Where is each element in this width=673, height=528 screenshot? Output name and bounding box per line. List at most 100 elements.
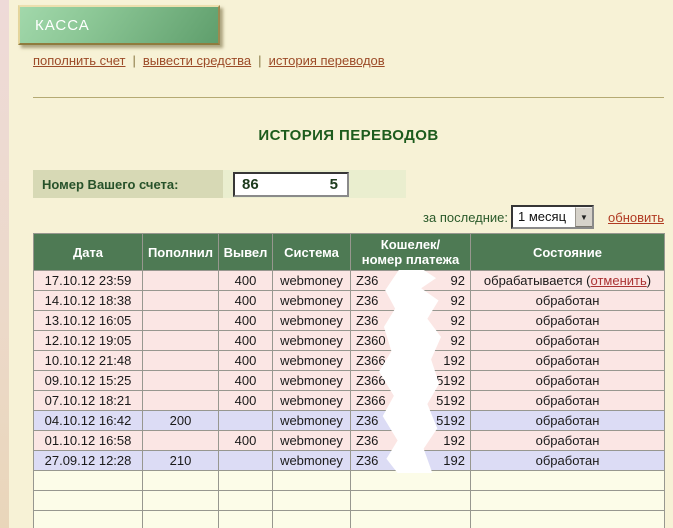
wallet-suffix: 5192 xyxy=(436,393,465,408)
cell-date: 04.10.12 16:42 xyxy=(34,411,143,431)
table-row: 10.10.12 21:48 400 webmoney Z366192 обра… xyxy=(34,351,665,371)
cell-withdrew: 400 xyxy=(219,371,273,391)
cell-deposited xyxy=(143,331,219,351)
cell-empty xyxy=(471,471,665,491)
cell-date: 27.09.12 12:28 xyxy=(34,451,143,471)
cell-system: webmoney xyxy=(273,311,351,331)
period-select[interactable]: 1 месяц ▼ xyxy=(511,205,594,229)
wallet-suffix: 92 xyxy=(451,293,465,308)
cell-status: обработан xyxy=(471,451,665,471)
cell-status: обработан xyxy=(471,291,665,311)
col-header-wallet: Кошелек/ номер платежа xyxy=(351,234,471,271)
cell-deposited xyxy=(143,311,219,331)
col-header-deposited: Пополнил xyxy=(143,234,219,271)
horizontal-divider xyxy=(33,97,664,98)
col-header-wallet-line1: Кошелек/ xyxy=(351,237,470,252)
period-filter: за последние: 1 месяц ▼ обновить xyxy=(340,206,664,228)
cell-status: обработан xyxy=(471,391,665,411)
wallet-suffix: 92 xyxy=(451,273,465,288)
cell-deposited xyxy=(143,291,219,311)
cell-withdrew: 400 xyxy=(219,311,273,331)
table-header-row: Дата Пополнил Вывел Система Кошелек/ ном… xyxy=(34,234,665,271)
cell-system: webmoney xyxy=(273,451,351,471)
table-row: 12.10.12 19:05 400 webmoney Z36092 обраб… xyxy=(34,331,665,351)
wallet-prefix: Z366 xyxy=(356,373,386,388)
cell-empty xyxy=(351,471,471,491)
kassa-banner: КАССА xyxy=(18,5,220,45)
cell-status: обработан xyxy=(471,351,665,371)
cell-status: обрабатывается (отменить) xyxy=(471,271,665,291)
col-header-wallet-line2: номер платежа xyxy=(351,252,470,267)
cell-deposited xyxy=(143,391,219,411)
cell-date: 07.10.12 18:21 xyxy=(34,391,143,411)
table-row: 01.10.12 16:58 400 webmoney Z36192 обраб… xyxy=(34,431,665,451)
account-value-start: 86 xyxy=(242,176,259,193)
cell-empty xyxy=(219,511,273,528)
wallet-prefix: Z36 xyxy=(356,273,378,288)
period-filter-label: за последние: xyxy=(423,210,508,225)
cell-withdrew xyxy=(219,411,273,431)
cell-system: webmoney xyxy=(273,351,351,371)
wallet-suffix: 192 xyxy=(443,353,465,368)
nav-link-withdraw[interactable]: вывести средства xyxy=(143,53,251,68)
cell-empty xyxy=(143,511,219,528)
cell-system: webmoney xyxy=(273,291,351,311)
wallet-prefix: Z366 xyxy=(356,353,386,368)
cell-status: обработан xyxy=(471,411,665,431)
table-row-empty xyxy=(34,491,665,511)
chevron-down-icon[interactable]: ▼ xyxy=(575,207,592,227)
cell-date: 14.10.12 18:38 xyxy=(34,291,143,311)
table-row-empty xyxy=(34,471,665,491)
wallet-prefix: Z36 xyxy=(356,413,378,428)
table-row: 07.10.12 18:21 400 webmoney Z3665192 обр… xyxy=(34,391,665,411)
account-number-input[interactable]: 86 5 xyxy=(233,172,349,197)
table-row: 17.10.12 23:59 400 webmoney Z36 92 обраба… xyxy=(34,271,665,291)
cancel-transfer-link[interactable]: отменить xyxy=(591,273,647,288)
page-left-border xyxy=(0,0,9,528)
cell-empty xyxy=(273,491,351,511)
wallet-prefix: Z36 xyxy=(356,453,378,468)
cell-withdrew: 400 xyxy=(219,271,273,291)
cell-status: обработан xyxy=(471,431,665,451)
col-header-status: Состояние xyxy=(471,234,665,271)
nav-separator: | xyxy=(258,53,261,68)
cell-status: обработан xyxy=(471,331,665,351)
wallet-prefix: Z36 xyxy=(356,433,378,448)
cell-date: 13.10.12 16:05 xyxy=(34,311,143,331)
cell-status: обработан xyxy=(471,311,665,331)
cell-deposited xyxy=(143,351,219,371)
cell-system: webmoney xyxy=(273,431,351,451)
transfers-table: Дата Пополнил Вывел Система Кошелек/ ном… xyxy=(33,233,665,528)
cell-date: 09.10.12 15:25 xyxy=(34,371,143,391)
cell-withdrew: 400 xyxy=(219,331,273,351)
nav-link-topup[interactable]: пополнить счет xyxy=(33,53,126,68)
col-header-withdrew: Вывел xyxy=(219,234,273,271)
cell-empty xyxy=(34,471,143,491)
cell-empty xyxy=(351,511,471,528)
wallet-prefix: Z360 xyxy=(356,333,386,348)
cell-withdrew: 400 xyxy=(219,291,273,311)
banner-title: КАССА xyxy=(35,17,90,34)
cell-system: webmoney xyxy=(273,391,351,411)
cell-empty xyxy=(471,511,665,528)
nav-separator: | xyxy=(133,53,136,68)
refresh-link[interactable]: обновить xyxy=(608,210,664,225)
table-row: 04.10.12 16:42 200 webmoney Z365192 обра… xyxy=(34,411,665,431)
cell-date: 17.10.12 23:59 xyxy=(34,271,143,291)
cell-date: 12.10.12 19:05 xyxy=(34,331,143,351)
table-row: 27.09.12 12:28 210 webmoney Z36192 обраб… xyxy=(34,451,665,471)
cell-empty xyxy=(471,491,665,511)
table-row: 13.10.12 16:05 400 webmoney Z3692 обрабо… xyxy=(34,311,665,331)
cell-withdrew xyxy=(219,451,273,471)
status-text: ) xyxy=(647,273,651,288)
cell-deposited xyxy=(143,431,219,451)
cell-empty xyxy=(351,491,471,511)
table-row-empty xyxy=(34,511,665,528)
cell-system: webmoney xyxy=(273,271,351,291)
account-label-text: Номер Вашего счета: xyxy=(42,177,178,192)
nav-link-history[interactable]: история переводов xyxy=(269,53,385,68)
wallet-suffix: 92 xyxy=(451,333,465,348)
wallet-suffix: 192 xyxy=(443,433,465,448)
account-number-label: Номер Вашего счета: xyxy=(33,170,223,198)
cell-date: 01.10.12 16:58 xyxy=(34,431,143,451)
